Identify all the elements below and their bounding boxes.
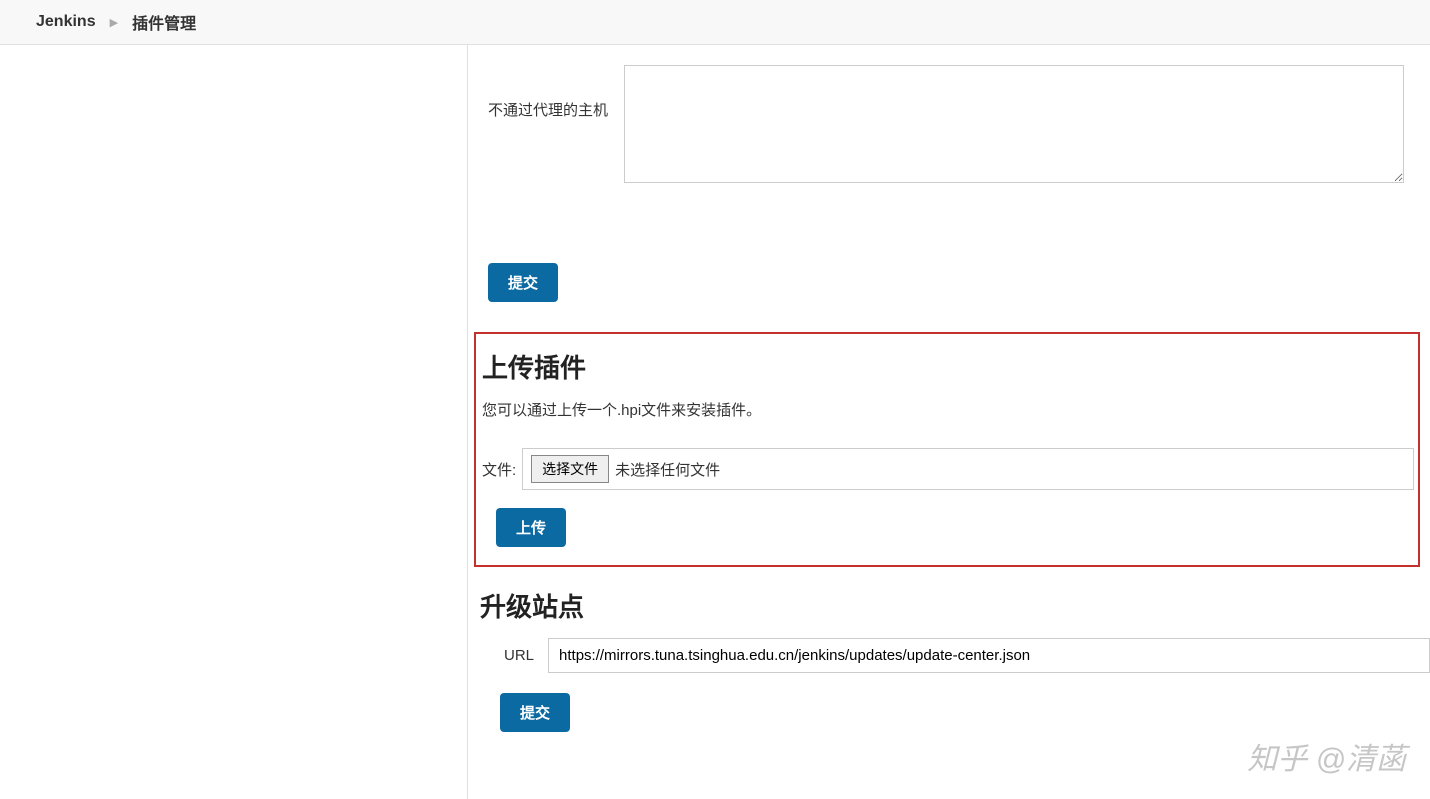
upload-button[interactable]: 上传 — [496, 508, 566, 547]
breadcrumb-separator-icon: ▶ — [110, 16, 118, 29]
no-proxy-hosts-label: 不通过代理的主机 — [488, 65, 608, 120]
submit-proxy-button[interactable]: 提交 — [488, 263, 558, 302]
file-status-text: 未选择任何文件 — [615, 459, 720, 480]
upload-plugin-section-highlight: 上传插件 您可以通过上传一个.hpi文件来安装插件。 文件: 选择文件 未选择任… — [474, 332, 1420, 567]
choose-file-button[interactable]: 选择文件 — [531, 455, 609, 483]
upgrade-site-title: 升级站点 — [480, 587, 1430, 624]
upload-plugin-title: 上传插件 — [482, 348, 1414, 385]
no-proxy-hosts-textarea[interactable] — [624, 65, 1404, 183]
file-input-container[interactable]: 选择文件 未选择任何文件 — [522, 448, 1414, 490]
url-label: URL — [504, 647, 534, 664]
upload-plugin-desc: 您可以通过上传一个.hpi文件来安装插件。 — [482, 399, 1414, 420]
breadcrumb-jenkins[interactable]: Jenkins — [36, 13, 96, 31]
sidebar-spacer — [0, 45, 468, 799]
breadcrumb: Jenkins ▶ 插件管理 — [0, 0, 1430, 45]
update-site-url-input[interactable] — [548, 638, 1430, 673]
breadcrumb-plugin-manager[interactable]: 插件管理 — [132, 10, 196, 34]
submit-update-site-button[interactable]: 提交 — [500, 693, 570, 732]
file-label: 文件: — [482, 459, 516, 480]
